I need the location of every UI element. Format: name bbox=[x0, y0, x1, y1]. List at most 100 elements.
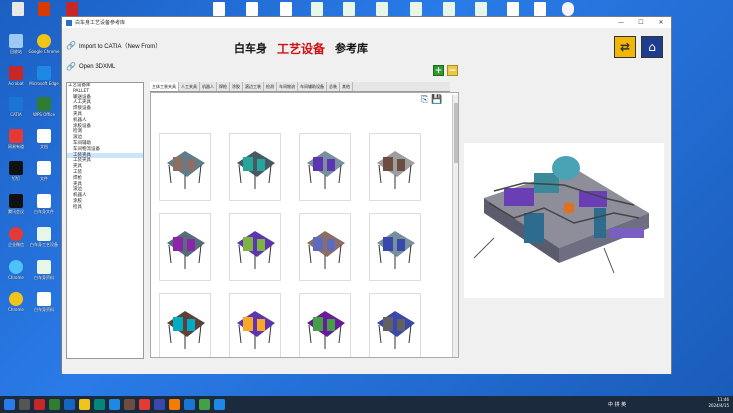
fixture-thumbnail[interactable] bbox=[159, 213, 211, 281]
spreadsheet-icon[interactable] bbox=[376, 2, 388, 16]
tab[interactable]: 涂胶 bbox=[230, 82, 243, 91]
document-icon[interactable] bbox=[280, 2, 292, 16]
link-icon: 🔗 bbox=[66, 62, 76, 71]
taskbar-clock[interactable]: 11:46 2024/4/15 bbox=[708, 397, 729, 409]
link-icon: 🔗 bbox=[66, 41, 76, 50]
spreadsheet-icon[interactable] bbox=[475, 2, 487, 16]
title-part-2: 工艺设备 bbox=[277, 42, 326, 56]
open-3dxml-label: Open 3DXML bbox=[78, 63, 116, 70]
wps-icon[interactable] bbox=[49, 399, 60, 410]
app-icon[interactable] bbox=[169, 399, 180, 410]
app-icon[interactable] bbox=[94, 399, 105, 410]
export-icon[interactable]: ⎘ bbox=[421, 95, 428, 105]
desktop-icon[interactable]: 白车身资料 bbox=[29, 260, 59, 280]
gallery-scrollbar[interactable] bbox=[452, 95, 458, 357]
scrollbar-thumb[interactable] bbox=[454, 103, 458, 163]
tab[interactable]: 检测 bbox=[264, 82, 277, 91]
window-title: 白车身工艺设备参考库 bbox=[75, 20, 126, 26]
desktop-icon[interactable]: Chrome bbox=[1, 260, 31, 280]
fixture-thumbnail[interactable] bbox=[229, 293, 281, 357]
catia-icon[interactable] bbox=[184, 399, 195, 410]
tab[interactable]: 滚边工装 bbox=[243, 82, 264, 91]
tab[interactable]: 焊枪 bbox=[217, 82, 230, 91]
fixture-thumbnail[interactable] bbox=[299, 213, 351, 281]
edge-icon[interactable] bbox=[109, 399, 120, 410]
import-catia-label: Import to CATIA（New From） bbox=[78, 44, 162, 50]
tree-item[interactable]: 检具 bbox=[67, 205, 143, 211]
tab[interactable]: 车间物流 bbox=[277, 82, 298, 91]
thumbnail-gallery bbox=[150, 92, 459, 358]
desktop-icon[interactable]: Google Chrome bbox=[28, 34, 60, 54]
fixture-thumbnail[interactable] bbox=[229, 213, 281, 281]
tab[interactable]: 主体工装夹具 bbox=[150, 82, 179, 91]
app-icon bbox=[9, 194, 23, 208]
acrobat-icon[interactable] bbox=[34, 399, 45, 410]
document-icon[interactable] bbox=[213, 2, 225, 16]
fixture-thumbnail[interactable] bbox=[299, 293, 351, 357]
chrome-icon[interactable] bbox=[562, 2, 574, 16]
desktop-icon[interactable]: Chrome bbox=[1, 292, 31, 312]
app-icon[interactable] bbox=[199, 399, 210, 410]
spreadsheet-icon[interactable] bbox=[410, 2, 422, 16]
desktop-icon[interactable]: 网易有道 bbox=[1, 129, 31, 149]
category-tree[interactable]: 工艺设备库 PALLET 输送设备 人工夹具 焊接设备 夹具 机器人 涂胶设备 检测 滚边 车间辅… bbox=[66, 82, 144, 359]
app-icon[interactable] bbox=[124, 399, 135, 410]
app-icon[interactable] bbox=[66, 2, 78, 16]
maximize-button[interactable]: ☐ bbox=[631, 19, 651, 26]
app-icon bbox=[66, 19, 72, 26]
desktop-icon[interactable]: 回收站 bbox=[1, 34, 31, 54]
desktop-icon[interactable]: 白车身文件 bbox=[29, 194, 59, 214]
desktop-icon[interactable]: 腾讯会议 bbox=[1, 194, 31, 214]
desktop-icon[interactable]: 文档 bbox=[29, 129, 59, 149]
chrome-icon[interactable] bbox=[79, 399, 90, 410]
document-icon[interactable] bbox=[246, 2, 258, 16]
spreadsheet-icon[interactable] bbox=[311, 2, 323, 16]
home-button[interactable]: ⌂ bbox=[641, 36, 663, 58]
fixture-thumbnail[interactable] bbox=[369, 293, 421, 357]
desktop-icon[interactable]: 钉钉 bbox=[1, 161, 31, 181]
app-icon[interactable] bbox=[154, 399, 165, 410]
remove-button[interactable]: − bbox=[447, 65, 458, 76]
open-3dxml-link[interactable]: 🔗 Open 3DXML bbox=[66, 62, 115, 71]
add-button[interactable]: + bbox=[433, 65, 444, 76]
desktop-icon[interactable]: 白车身资料 bbox=[29, 292, 59, 312]
document-icon[interactable] bbox=[534, 2, 546, 16]
save-icon[interactable]: 💾 bbox=[431, 95, 442, 105]
tray-input-indicator[interactable]: 中 拼 英 bbox=[608, 401, 626, 408]
import-catia-link[interactable]: 🔗 Import to CATIA（New From） bbox=[66, 41, 161, 50]
tab[interactable]: 总装 bbox=[327, 82, 340, 91]
close-button[interactable]: ✕ bbox=[651, 19, 671, 26]
spreadsheet-icon[interactable] bbox=[443, 2, 455, 16]
desktop-icon[interactable]: CATIA bbox=[1, 97, 31, 117]
tab[interactable]: 车间辅助设备 bbox=[298, 82, 327, 91]
fixture-thumbnail[interactable] bbox=[159, 293, 211, 357]
fixture-thumbnail[interactable] bbox=[229, 133, 281, 201]
fixture-thumbnail[interactable] bbox=[369, 213, 421, 281]
tab-bar: 主体工装夹具 人工夹具 机器人 焊枪 涂胶 滚边工装 检测 车间物流 车间辅助设备 总装 其他 bbox=[150, 82, 450, 92]
search-icon[interactable] bbox=[19, 399, 30, 410]
title-part-3: 参考库 bbox=[335, 42, 369, 55]
tab[interactable]: 其他 bbox=[340, 82, 353, 91]
minimize-button[interactable]: — bbox=[611, 19, 631, 26]
spreadsheet-icon[interactable] bbox=[343, 2, 355, 16]
file-icon[interactable] bbox=[12, 2, 24, 16]
tab[interactable]: 机器人 bbox=[200, 82, 217, 91]
desktop-icon[interactable]: 企业微信 bbox=[1, 227, 31, 247]
start-icon[interactable] bbox=[4, 399, 15, 410]
app-icon[interactable] bbox=[214, 399, 225, 410]
desktop-icon[interactable]: Acrobat bbox=[1, 66, 31, 86]
tab[interactable]: 人工夹具 bbox=[179, 82, 200, 91]
desktop-icon[interactable]: WPS Office bbox=[29, 97, 59, 117]
desktop-icon[interactable]: Microsoft Edge bbox=[29, 66, 59, 86]
desktop-icon[interactable]: 白车身工艺设备 bbox=[29, 227, 59, 247]
app-icon[interactable] bbox=[64, 399, 75, 410]
main-panel: 🔗 Import to CATIA（New From） 🔗 Open 3DXML… bbox=[62, 28, 671, 374]
document-icon[interactable] bbox=[507, 2, 519, 16]
swap-button[interactable]: ⇄ bbox=[614, 36, 636, 58]
fixture-thumbnail[interactable] bbox=[369, 133, 421, 201]
app-icon[interactable] bbox=[38, 2, 50, 16]
fixture-thumbnail[interactable] bbox=[299, 133, 351, 201]
desktop-icon[interactable]: 文件 bbox=[29, 161, 59, 181]
app-icon[interactable] bbox=[139, 399, 150, 410]
fixture-thumbnail[interactable] bbox=[159, 133, 211, 201]
